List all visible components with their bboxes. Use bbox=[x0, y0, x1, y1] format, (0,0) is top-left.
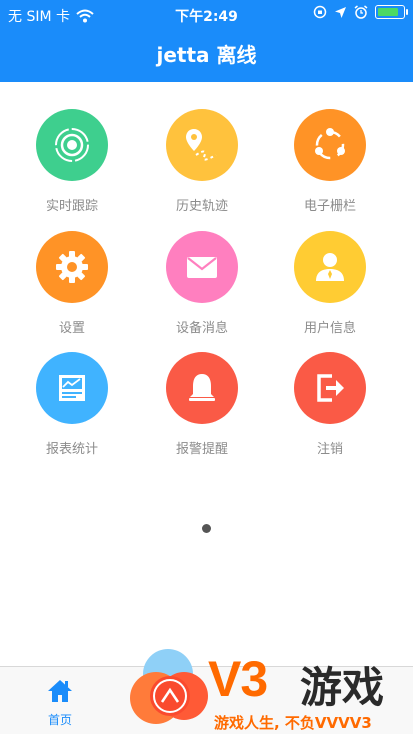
envelope-icon bbox=[166, 231, 238, 303]
watermark-brand: V3 bbox=[208, 651, 268, 707]
tab-home-label: 首页 bbox=[47, 713, 72, 727]
menu-label: 设置 bbox=[58, 321, 85, 336]
menu-label: 电子栅栏 bbox=[303, 199, 356, 214]
nav-bar: jetta 离线 bbox=[0, 30, 413, 82]
menu-label: 用户信息 bbox=[303, 321, 356, 336]
location-arrow-icon bbox=[335, 6, 346, 18]
tab-home[interactable]: 首页 bbox=[0, 667, 120, 734]
watermark-name: 游戏 bbox=[300, 663, 385, 712]
menu-label: 历史轨迹 bbox=[175, 199, 228, 214]
bell-icon bbox=[166, 352, 238, 424]
menu-item-reports[interactable]: 报表统计 bbox=[3, 352, 141, 457]
logout-icon bbox=[294, 352, 366, 424]
route-pin-icon bbox=[166, 109, 238, 181]
menu-label: 报表统计 bbox=[45, 442, 98, 457]
share-nodes-icon bbox=[294, 109, 366, 181]
menu-item-geofence[interactable]: 电子栅栏 bbox=[261, 109, 399, 214]
watermark-slogan: 游戏人生, 不负VVVV3 bbox=[214, 714, 372, 732]
menu-item-device-messages[interactable]: 设备消息 bbox=[133, 231, 271, 336]
battery-fill bbox=[378, 8, 399, 16]
menu-item-user-info[interactable]: 用户信息 bbox=[261, 231, 399, 336]
battery-icon bbox=[375, 5, 408, 19]
menu-item-logout[interactable]: 注销 bbox=[261, 352, 399, 457]
gear-icon bbox=[36, 231, 108, 303]
radar-icon bbox=[36, 109, 108, 181]
report-chart-icon bbox=[36, 352, 108, 424]
menu-label: 注销 bbox=[316, 442, 343, 457]
menu-item-settings[interactable]: 设置 bbox=[3, 231, 141, 336]
home-icon bbox=[48, 680, 72, 702]
menu-label: 实时跟踪 bbox=[45, 199, 98, 214]
page-title: jetta 离线 bbox=[156, 43, 257, 67]
status-bar: 无 SIM 卡 下午2:49 bbox=[0, 0, 413, 30]
menu-item-history-track[interactable]: 历史轨迹 bbox=[133, 109, 271, 214]
page-indicator-dot[interactable] bbox=[202, 524, 211, 533]
menu-item-realtime-tracking[interactable]: 实时跟踪 bbox=[3, 109, 141, 214]
watermark-logo-icon bbox=[130, 649, 208, 724]
orientation-lock-icon bbox=[313, 5, 327, 19]
menu-label: 设备消息 bbox=[175, 321, 228, 336]
menu-item-alarms[interactable]: 报警提醒 bbox=[133, 352, 271, 457]
user-icon bbox=[294, 231, 366, 303]
menu-label: 报警提醒 bbox=[175, 442, 228, 457]
alarm-clock-icon bbox=[354, 5, 368, 19]
